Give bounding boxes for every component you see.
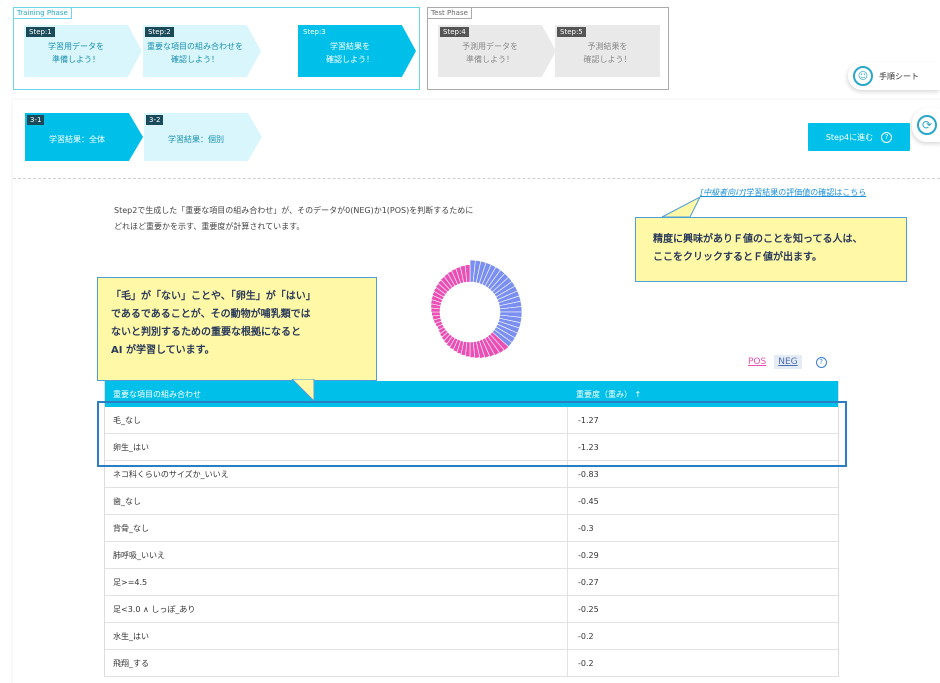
table-row: 足<3.0 ∧ しっぽ_あり -0.25 <box>105 596 838 623</box>
step-3-line2: 確認しよう！ <box>326 55 374 64</box>
col-weight-header[interactable]: 重要度（重み） ↑ <box>568 389 641 400</box>
step-5-line2: 確認しよう！ <box>583 55 632 64</box>
col-weight-label: 重要度（重み） <box>576 389 632 399</box>
description-line2: どれほど重要かを示す、重要度が計算されています。 <box>114 222 305 231</box>
donut-hole <box>440 282 500 342</box>
step-4[interactable]: Step:4 予測用データを 準備しよう！ <box>438 25 556 77</box>
description-line1: Step2で生成した「重要な項目の組み合わせ」が、そのデータが0(NEG)か1(… <box>114 206 474 215</box>
cell-weight: -0.3 <box>578 523 594 533</box>
callout-right-line1: 精度に興味がありＦ値のことを知ってる人は、 <box>653 234 863 245</box>
cell-weight: -0.2 <box>578 631 594 641</box>
manual-sheet-button[interactable]: ☺ 手順シート <box>848 62 940 90</box>
substep-3-1[interactable]: 3-1 学習結果：全体 <box>25 113 143 161</box>
step-4-tag: Step:4 <box>440 27 469 37</box>
manual-sheet-icon: ☺ <box>853 66 873 86</box>
step-4-line1: 予測用データを <box>462 42 518 51</box>
pos-neg-toggle: POS NEG ? <box>748 355 827 369</box>
cell-weight: -0.83 <box>578 469 599 479</box>
weight-donut-chart <box>430 259 523 359</box>
cell-weight: -0.29 <box>578 550 599 560</box>
manual-sheet-label: 手順シート <box>879 71 919 81</box>
substep-3-2-tag: 3-2 <box>146 115 164 125</box>
step-5-line1: 予測結果を <box>587 42 628 51</box>
cell-weight: -0.45 <box>578 496 599 506</box>
table-row: 歯_なし -0.45 <box>105 488 838 515</box>
step-4-line2: 準備しよう！ <box>466 55 514 64</box>
table-row: 水生_はい -0.2 <box>105 623 838 650</box>
step-2-line2: 確認しよう！ <box>171 55 219 64</box>
step-3-line1: 学習結果を <box>330 42 370 51</box>
substep-3-1-label: 学習結果：全体 <box>49 135 105 144</box>
table-row: 肺呼吸_いいえ -0.29 <box>105 542 838 569</box>
donut-segment <box>431 311 441 317</box>
cell-combination: 背骨_なし <box>105 515 568 541</box>
step-3-tag: Step:3 <box>303 28 326 36</box>
evaluation-link[interactable]: [中級者向け]学習結果の評価値の確認はこちら <box>700 187 866 198</box>
callout-f-value: 精度に興味がありＦ値のことを知ってる人は、 ここをクリックするとＦ値が出ます。 <box>635 217 907 282</box>
training-phase-label: Training Phase <box>13 7 72 19</box>
divider <box>13 178 940 179</box>
table-row: 背骨_なし -0.3 <box>105 515 838 542</box>
callout-left-line2: であるであることが、その動物が哺乳類では <box>111 309 311 320</box>
evaluation-link-text: 学習結果の評価値の確認はこちら <box>746 188 867 197</box>
step-5[interactable]: Step:5 予測結果を確認しよう！ <box>555 25 660 77</box>
step-3[interactable]: Step:3 学習結果を確認しよう！ <box>298 25 416 77</box>
step-1-line2: 準備しよう！ <box>52 55 100 64</box>
callout-left-pointer <box>291 379 315 403</box>
step-2-line1: 重要な項目の組み合わせを <box>147 42 243 51</box>
substep-3-1-tag: 3-1 <box>27 115 45 125</box>
next-step-label: Step4に進む <box>825 132 874 142</box>
cell-combination: 足<3.0 ∧ しっぽ_あり <box>105 596 568 622</box>
step-2[interactable]: Step:2 重要な項目の組み合わせを 確認しよう！ <box>143 25 261 77</box>
callout-left-line1: 「毛」が「ない」ことや、「卵生」が「はい」 <box>111 291 316 302</box>
step-5-tag: Step:5 <box>557 27 586 37</box>
table-row: 飛翔_する -0.2 <box>105 650 838 677</box>
cell-combination: 歯_なし <box>105 488 568 514</box>
substep-3-2[interactable]: 3-2 学習結果：個別 <box>144 113 262 161</box>
step-2-tag: Step:2 <box>145 27 174 37</box>
step-1-line1: 学習用データを <box>48 42 104 51</box>
test-phase-label: Test Phase <box>427 7 472 19</box>
callout-right-line2: ここをクリックするとＦ値が出ます。 <box>653 252 822 263</box>
pos-toggle[interactable]: POS <box>748 357 766 367</box>
cell-combination: 足>=4.5 <box>105 569 568 595</box>
toggle-help-icon[interactable]: ? <box>815 356 827 368</box>
callout-explanation: 「毛」が「ない」ことや、「卵生」が「はい」 であるであることが、その動物が哺乳類… <box>97 277 377 381</box>
table-row: 足>=4.5 -0.27 <box>105 569 838 596</box>
substep-3-2-label: 学習結果：個別 <box>168 135 224 144</box>
refresh-icon: ⟳ <box>917 115 937 135</box>
neg-toggle[interactable]: NEG <box>774 355 802 369</box>
step-1-tag: Step:1 <box>26 27 55 37</box>
sort-asc-icon: ↑ <box>634 389 642 399</box>
callout-left-line3: ないと判別するための重要な根拠になると <box>111 327 301 338</box>
cell-combination: 水生_はい <box>105 623 568 649</box>
cell-weight: -0.25 <box>578 604 599 614</box>
refresh-button[interactable]: ⟳ <box>912 108 940 142</box>
step-1[interactable]: Step:1 学習用データを 準備しよう！ <box>24 25 142 77</box>
col-combination-header[interactable]: 重要な項目の組み合わせ <box>105 389 568 400</box>
cell-combination: 肺呼吸_いいえ <box>105 542 568 568</box>
cell-combination: 飛翔_する <box>105 650 568 676</box>
highlight-box <box>97 401 847 467</box>
description: Step2で生成した「重要な項目の組み合わせ」が、そのデータが0(NEG)か1(… <box>114 203 554 235</box>
next-step-button[interactable]: Step4に進む ? <box>808 123 910 151</box>
cell-weight: -0.27 <box>578 577 599 587</box>
callout-left-line4: AI が学習しています。 <box>111 345 215 356</box>
help-icon: ? <box>881 131 893 143</box>
cell-weight: -0.2 <box>578 658 594 668</box>
